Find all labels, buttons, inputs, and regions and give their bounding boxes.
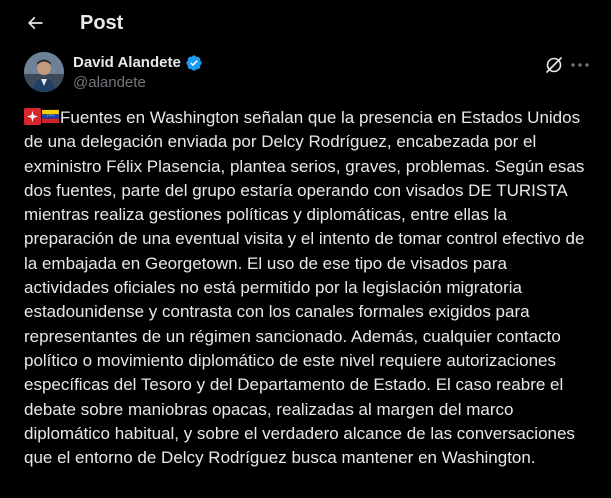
top-bar: Post bbox=[0, 0, 611, 46]
verified-badge-icon bbox=[186, 55, 202, 71]
more-horizontal-icon bbox=[571, 63, 589, 67]
back-button[interactable] bbox=[18, 6, 52, 40]
avatar-image bbox=[24, 52, 64, 92]
page-title: Post bbox=[80, 12, 124, 34]
rotating-light-emoji bbox=[24, 108, 41, 125]
more-options-button[interactable] bbox=[569, 54, 591, 76]
post-text-content: Fuentes en Washington señalan que la pre… bbox=[24, 108, 585, 468]
venezuela-flag-emoji bbox=[42, 109, 59, 124]
author-name[interactable]: David Alandete bbox=[73, 53, 203, 73]
avatar[interactable] bbox=[24, 52, 64, 92]
post-text: Fuentes en Washington señalan que la pre… bbox=[24, 106, 594, 470]
author-name-text: David Alandete bbox=[73, 54, 181, 71]
grok-button[interactable] bbox=[543, 54, 565, 76]
author-row: David Alandete @alandete bbox=[0, 50, 611, 96]
author-handle[interactable]: @alandete bbox=[73, 73, 146, 93]
grok-icon bbox=[546, 57, 562, 73]
arrow-left-icon bbox=[27, 16, 43, 30]
